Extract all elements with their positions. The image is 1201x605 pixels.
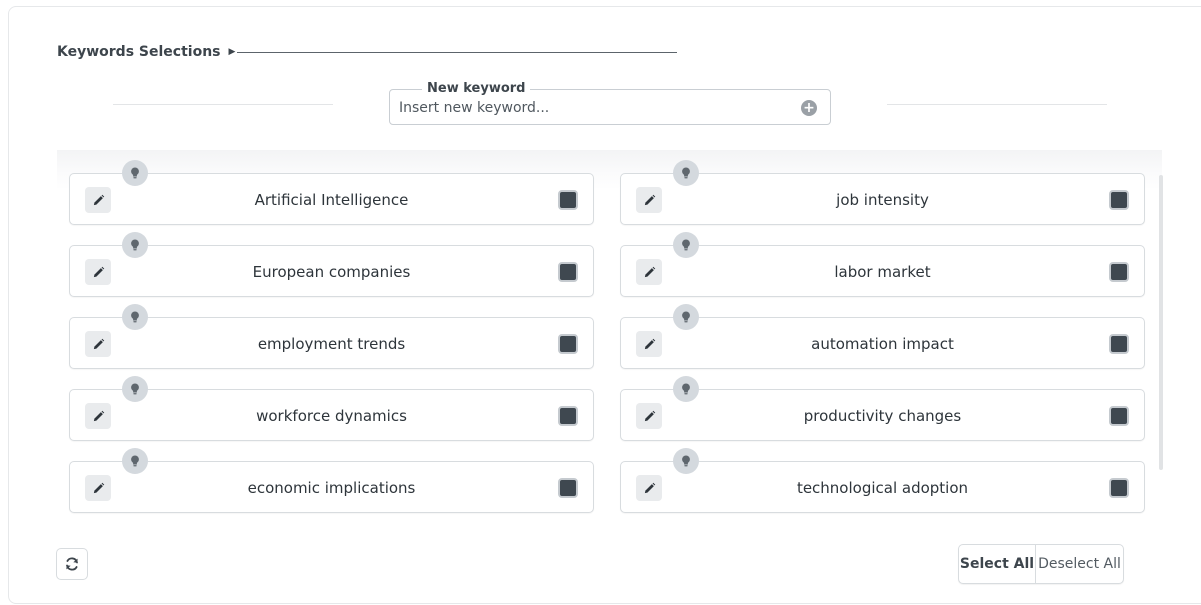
deselect-all-button[interactable]: Deselect All [1035,545,1123,583]
keyword-hint-button[interactable] [122,304,148,330]
pencil-icon [93,482,104,493]
keyword-label: automation impact [811,335,954,353]
keyword-card: productivity changes [620,389,1145,441]
section-divider [237,51,678,53]
pencil-icon [93,194,104,205]
keyword-label: European companies [252,263,411,281]
lightbulb-icon [131,167,139,178]
keyword-card: automation impact [620,317,1145,369]
keyword-card: technological adoption [620,461,1145,513]
keyword-checkbox[interactable] [558,334,578,354]
section-title: Keywords Selections [57,44,221,60]
keyword-hint-button[interactable] [673,304,699,330]
lightbulb-icon [682,311,690,322]
keyword-hint-button[interactable] [122,160,148,186]
keyword-label: employment trends [257,335,406,353]
edit-keyword-button[interactable] [85,259,111,285]
keyword-card: Artificial Intelligence [69,173,594,225]
keyword-checkbox[interactable] [558,478,578,498]
keyword-label: job intensity [836,191,929,209]
keyword-checkbox[interactable] [1109,262,1129,282]
keyword-checkbox[interactable] [1109,334,1129,354]
new-keyword-input[interactable] [399,99,789,117]
keyword-checkbox[interactable] [1109,406,1129,426]
plus-circle-icon: + [803,100,815,116]
keyword-hint-button[interactable] [673,232,699,258]
lightbulb-icon [131,239,139,250]
keyword-checkbox[interactable] [1109,190,1129,210]
section-header: Keywords Selections ▶ [57,41,678,63]
edit-keyword-button[interactable] [85,403,111,429]
refresh-button[interactable] [56,548,88,580]
pencil-icon [644,266,655,277]
edit-keyword-button[interactable] [636,403,662,429]
pencil-icon [644,194,655,205]
keyword-card: European companies [69,245,594,297]
pencil-icon [93,410,104,421]
edit-keyword-button[interactable] [85,475,111,501]
edit-keyword-button[interactable] [85,331,111,357]
selection-button-group: Select All Deselect All [958,544,1124,584]
edit-keyword-button[interactable] [636,187,662,213]
keyword-label: labor market [834,263,931,281]
lightbulb-icon [131,455,139,466]
keyword-checkbox[interactable] [558,262,578,282]
refresh-icon [66,557,78,571]
keyword-label: economic implications [247,479,416,497]
select-all-button[interactable]: Select All [959,545,1035,583]
keyword-checkbox[interactable] [558,406,578,426]
keyword-hint-button[interactable] [122,448,148,474]
pencil-icon [93,338,104,349]
keyword-label: technological adoption [796,479,969,497]
keyword-card: workforce dynamics [69,389,594,441]
keyword-card: job intensity [620,173,1145,225]
keyword-hint-button[interactable] [673,160,699,186]
keyword-hint-button[interactable] [673,448,699,474]
keyword-label: Artificial Intelligence [254,191,409,209]
keyword-card: economic implications [69,461,594,513]
edit-keyword-button[interactable] [636,475,662,501]
keyword-card: employment trends [69,317,594,369]
keyword-label: workforce dynamics [256,407,407,425]
pencil-icon [644,410,655,421]
keyword-checkbox[interactable] [1109,478,1129,498]
lightbulb-icon [682,167,690,178]
new-keyword-right-divider [887,104,1107,105]
add-keyword-button[interactable]: + [801,100,817,116]
pencil-icon [644,482,655,493]
pencil-icon [93,266,104,277]
lightbulb-icon [682,455,690,466]
pencil-icon [644,338,655,349]
arrow-right-icon: ▶ [228,47,236,57]
lightbulb-icon [131,383,139,394]
keyword-hint-button[interactable] [122,232,148,258]
keyword-hint-button[interactable] [122,376,148,402]
lightbulb-icon [682,383,690,394]
edit-keyword-button[interactable] [636,331,662,357]
keyword-grid-scrollbar[interactable] [1159,175,1163,470]
new-keyword-legend: New keyword [422,80,531,98]
keyword-checkbox[interactable] [558,190,578,210]
edit-keyword-button[interactable] [636,259,662,285]
new-keyword-left-divider [113,104,333,105]
keyword-label: productivity changes [803,407,962,425]
keyword-card: labor market [620,245,1145,297]
lightbulb-icon [131,311,139,322]
new-keyword-field: New keyword + [389,80,831,125]
edit-keyword-button[interactable] [85,187,111,213]
lightbulb-icon [682,239,690,250]
keyword-hint-button[interactable] [673,376,699,402]
